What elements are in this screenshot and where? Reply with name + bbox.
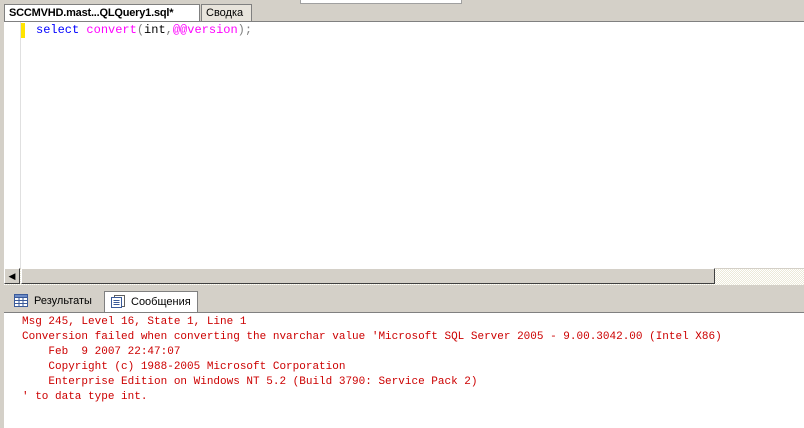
comma: ,: [165, 23, 173, 37]
keyword-select: select: [36, 23, 80, 37]
arrow-left-icon: ◀: [8, 271, 16, 281]
messages-icon: [111, 295, 125, 308]
scroll-thumb[interactable]: [21, 268, 715, 284]
document-tab-bar: SCCMVHD.mast...QLQuery1.sql* Сводка: [0, 0, 804, 22]
tab-results[interactable]: Результаты: [8, 291, 104, 312]
semicolon: ;: [244, 23, 253, 37]
tab-messages[interactable]: Сообщения: [104, 291, 198, 312]
tab-messages-label: Сообщения: [131, 296, 191, 308]
top-scroll-indicator[interactable]: [300, 0, 462, 4]
code-line-1[interactable]: select convert(int,@@version);: [36, 23, 252, 38]
message-line-2: Conversion failed when converting the nv…: [22, 331, 722, 343]
message-line-1: Msg 245, Level 16, State 1, Line 1: [22, 316, 247, 328]
global-var-version: @@version: [172, 23, 238, 37]
grid-icon: [14, 294, 28, 307]
query-editor[interactable]: [4, 21, 804, 286]
tab-summary[interactable]: Сводка: [201, 4, 252, 21]
message-line-4: Copyright (c) 1988-2005 Microsoft Corpor…: [22, 361, 346, 373]
message-line-6: ' to data type int.: [22, 391, 148, 403]
messages-pane[interactable]: Msg 245, Level 16, State 1, Line 1 Conve…: [4, 312, 804, 428]
function-convert: convert: [86, 23, 137, 37]
scroll-left-button[interactable]: ◀: [4, 268, 20, 284]
arg-type: int: [144, 23, 166, 37]
paren-close: ): [237, 23, 245, 37]
editor-gutter: [4, 22, 21, 268]
results-tab-bar: Результаты Сообщения: [4, 290, 804, 312]
tab-sqlquery1[interactable]: SCCMVHD.mast...QLQuery1.sql*: [4, 4, 200, 21]
paren-open: (: [136, 23, 145, 37]
line-change-marker: [21, 23, 25, 38]
message-line-5: Enterprise Edition on Windows NT 5.2 (Bu…: [22, 376, 478, 388]
message-line-3: Feb 9 2007 22:47:07: [22, 346, 181, 358]
tab-results-label: Результаты: [34, 295, 92, 307]
